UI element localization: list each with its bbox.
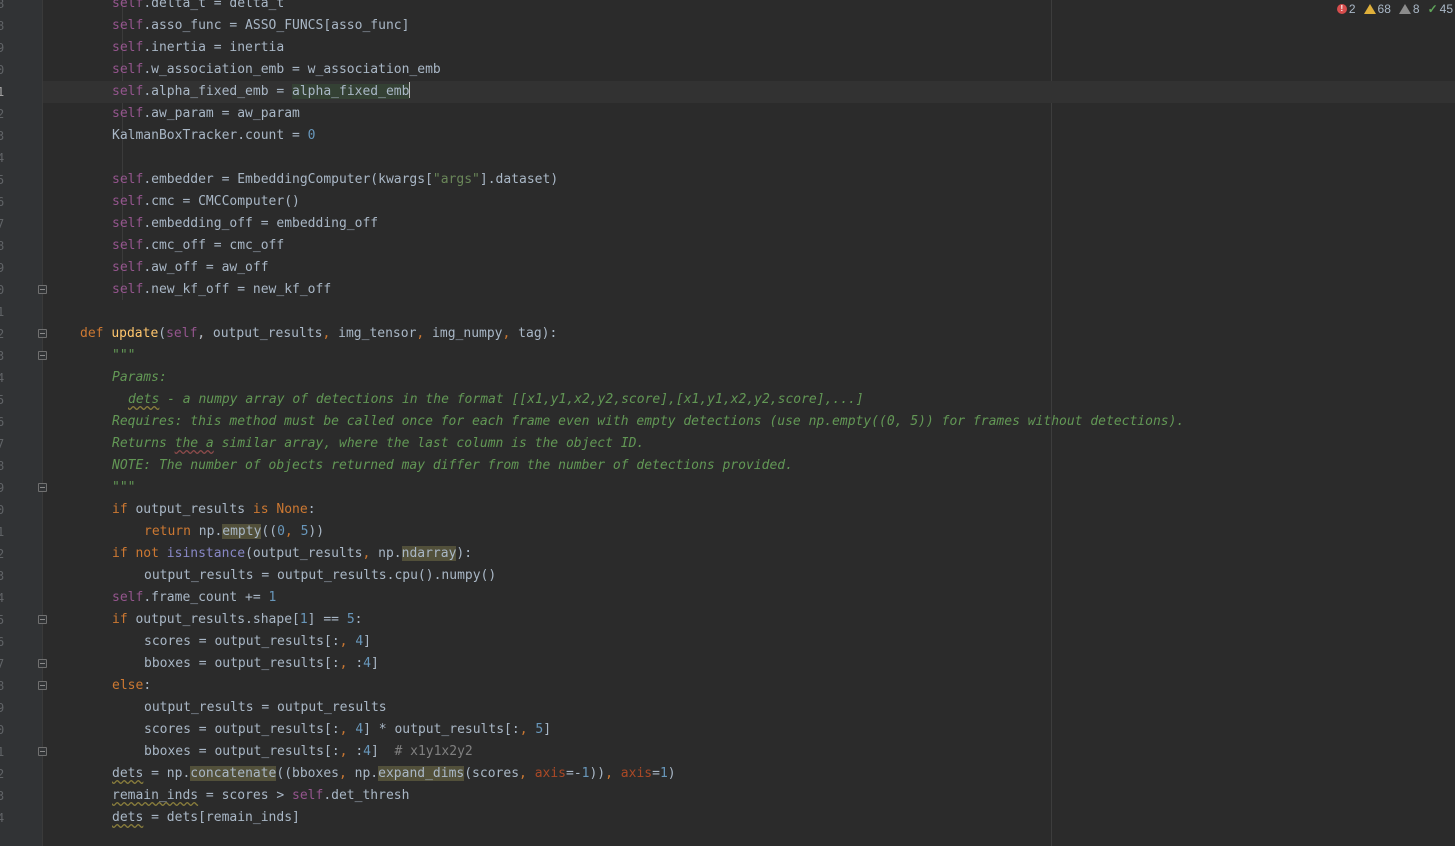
line-number: 6 [0, 635, 5, 649]
line-number: 1 [0, 745, 5, 759]
fold-toggle-icon[interactable] [38, 747, 47, 756]
line-number: 4 [0, 591, 5, 605]
fold-toggle-icon[interactable] [38, 351, 47, 360]
code-line[interactable]: KalmanBoxTracker.count = 0 [43, 125, 1455, 147]
line-number: 8 [0, 0, 5, 11]
code-editor[interactable]: self.delta_t = delta_t self.asso_func = … [43, 0, 1455, 846]
line-number: 8 [0, 239, 5, 253]
typo-count[interactable]: ✓ 45 [1428, 2, 1453, 16]
line-number: 9 [0, 41, 5, 55]
code-line[interactable]: dets = dets[remain_inds] [43, 807, 1455, 829]
code-line[interactable]: output_results = output_results.cpu().nu… [43, 565, 1455, 587]
fold-toggle-icon[interactable] [38, 659, 47, 668]
line-number: 3 [0, 129, 5, 143]
highlighted-usage: alpha_fixed_emb [292, 84, 410, 99]
line-number: 8 [0, 459, 5, 473]
line-number: 0 [0, 723, 5, 737]
docstring-line[interactable]: """ [43, 477, 1455, 499]
fold-toggle-icon[interactable] [38, 285, 47, 294]
line-number: 0 [0, 63, 5, 77]
line-number: 5 [0, 613, 5, 627]
line-number: 3 [0, 569, 5, 583]
code-line[interactable]: if output_results is None: [43, 499, 1455, 521]
code-line[interactable]: bboxes = output_results[:, :4] [43, 653, 1455, 675]
line-number: 1 [0, 85, 5, 99]
docstring-line[interactable]: Requires: this method must be called onc… [43, 411, 1455, 433]
line-number: 5 [0, 173, 5, 187]
docstring-line[interactable]: Params: [43, 367, 1455, 389]
code-line[interactable]: remain_inds = scores > self.det_thresh [43, 785, 1455, 807]
code-line[interactable]: output_results = output_results [43, 697, 1455, 719]
code-line[interactable]: self.aw_param = aw_param [43, 103, 1455, 125]
code-line[interactable]: self.cmc = CMCComputer() [43, 191, 1455, 213]
fold-toggle-icon[interactable] [38, 329, 47, 338]
code-line[interactable]: else: [43, 675, 1455, 697]
line-number: 9 [0, 701, 5, 715]
code-line[interactable]: self.aw_off = aw_off [43, 257, 1455, 279]
line-number: 9 [0, 261, 5, 275]
text-caret [409, 82, 411, 98]
inspection-status-widget[interactable]: ! 2 68 8 ✓ 45 [1336, 0, 1455, 18]
line-number: 0 [0, 503, 5, 517]
code-comment: # x1y1x2y2 [394, 744, 473, 759]
line-number: 7 [0, 437, 5, 451]
docstring-line[interactable]: NOTE: The number of objects returned may… [43, 455, 1455, 477]
line-number: 2 [0, 327, 5, 341]
warning-icon [1363, 4, 1376, 14]
line-number: 6 [0, 415, 5, 429]
code-line[interactable]: scores = output_results[:, 4] [43, 631, 1455, 653]
error-icon: ! [1336, 4, 1347, 14]
code-line[interactable]: self.new_kf_off = new_kf_off [43, 279, 1455, 301]
docstring-line[interactable]: """ [43, 345, 1455, 367]
fold-toggle-icon[interactable] [38, 681, 47, 690]
line-number: 6 [0, 195, 5, 209]
line-number: 2 [0, 107, 5, 121]
code-line[interactable]: def update(self,, output_results, img_te… [43, 323, 1455, 345]
line-number: 4 [0, 811, 5, 825]
docstring-line[interactable]: dets - a numpy array of detections in th… [43, 389, 1455, 411]
line-number: 2 [0, 767, 5, 781]
code-line[interactable]: self.w_association_emb = w_association_e… [43, 59, 1455, 81]
code-line[interactable]: self.frame_count += 1 [43, 587, 1455, 609]
code-line[interactable]: self.delta_t = delta_t [43, 0, 1455, 15]
line-number: 5 [0, 393, 5, 407]
line-number: 1 [0, 525, 5, 539]
code-line[interactable]: self.inertia = inertia [43, 37, 1455, 59]
code-line-current[interactable]: self.alpha_fixed_emb = alpha_fixed_emb [43, 81, 1455, 103]
code-line[interactable]: return np.empty((0, 5)) [43, 521, 1455, 543]
code-line[interactable]: dets = np.concatenate((bboxes, np.expand… [43, 763, 1455, 785]
line-number: 8 [0, 679, 5, 693]
line-number: 7 [0, 657, 5, 671]
check-icon: ✓ [1427, 2, 1438, 16]
code-line[interactable]: scores = output_results[:, 4] * output_r… [43, 719, 1455, 741]
line-number: 2 [0, 547, 5, 561]
line-number: 3 [0, 789, 5, 803]
line-number-gutter: 8 8 9 0 1 2 3 4 5 6 7 8 9 0 1 2 3 4 5 6 7 8 9 0 1 2 3 4 5 6 7 8 9 0 1 2 3 4 [0, 0, 43, 846]
code-line[interactable]: bboxes = output_results[:, :4] # x1y1x2y… [43, 741, 1455, 763]
line-number: 0 [0, 283, 5, 297]
docstring-line[interactable]: Returns the a similar array, where the l… [43, 433, 1455, 455]
warning-count[interactable]: 68 [1363, 2, 1391, 16]
fold-toggle-icon[interactable] [38, 483, 47, 492]
code-line[interactable]: self.asso_func = ASSO_FUNCS[asso_func] [43, 15, 1455, 37]
line-number: 4 [0, 151, 5, 165]
line-number: 8 [0, 19, 5, 33]
code-line[interactable]: self.embedding_off = embedding_off [43, 213, 1455, 235]
code-line[interactable]: if output_results.shape[1] == 5: [43, 609, 1455, 631]
fold-toggle-icon[interactable] [38, 615, 47, 624]
line-number: 9 [0, 481, 5, 495]
code-line[interactable]: self.cmc_off = cmc_off [43, 235, 1455, 257]
line-number: 4 [0, 371, 5, 385]
weak-warning-icon [1398, 4, 1411, 14]
code-line[interactable]: if not isinstance(output_results, np.nda… [43, 543, 1455, 565]
line-number: 3 [0, 349, 5, 363]
line-number: 1 [0, 305, 5, 319]
error-count[interactable]: ! 2 [1336, 2, 1356, 16]
line-number: 7 [0, 217, 5, 231]
code-line[interactable]: self.embedder = EmbeddingComputer(kwargs… [43, 169, 1455, 191]
weak-warning-count[interactable]: 8 [1398, 2, 1420, 16]
